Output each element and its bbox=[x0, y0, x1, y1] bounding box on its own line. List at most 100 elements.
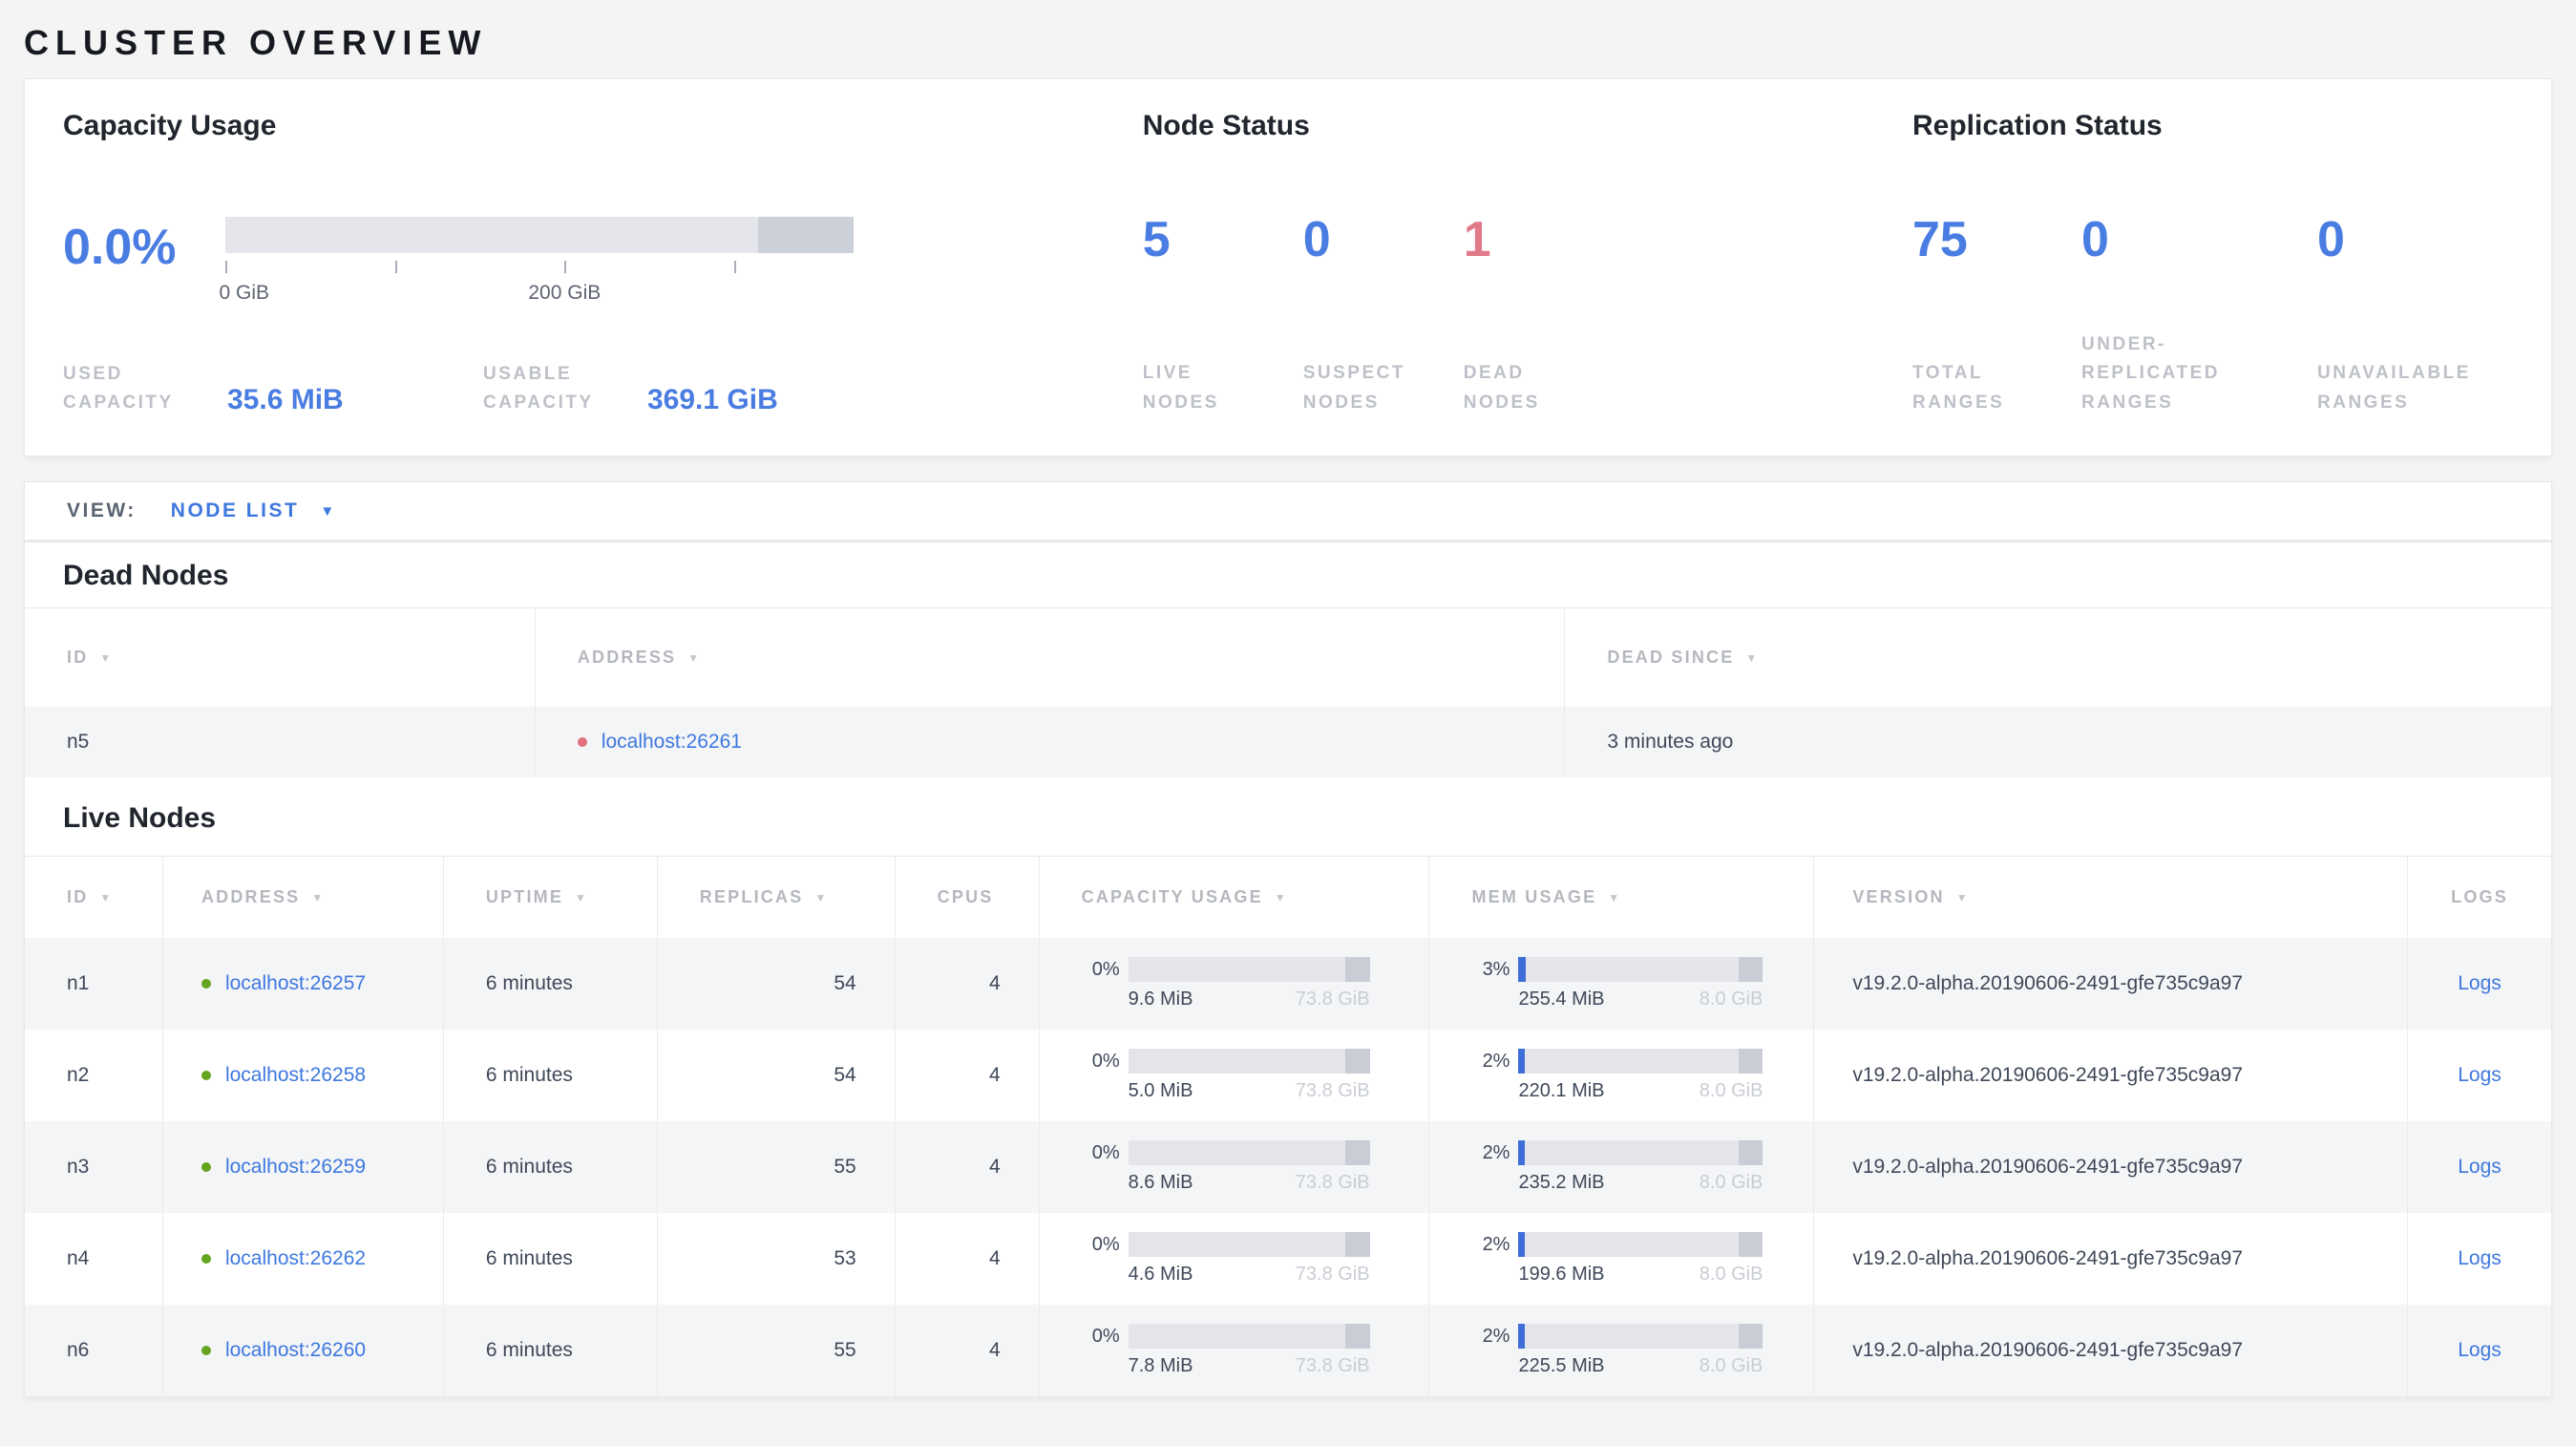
logs-link[interactable]: Logs bbox=[2458, 972, 2502, 995]
view-label: VIEW: bbox=[67, 500, 137, 521]
node-uptime: 6 minutes bbox=[444, 1030, 658, 1121]
node-cpus: 4 bbox=[896, 1305, 1040, 1396]
node-address-cell: localhost:26257 bbox=[163, 938, 444, 1030]
node-address-link[interactable]: localhost:26260 bbox=[225, 1339, 366, 1362]
axis-tick bbox=[564, 261, 567, 273]
usable-capacity-label: USABLE CAPACITY bbox=[483, 364, 594, 414]
chevron-down-icon: ▼ bbox=[320, 502, 335, 520]
live-col-replicas[interactable]: REPLICAS ▼ bbox=[658, 857, 896, 938]
node-version: v19.2.0-alpha.20190606-2491-gfe735c9a97 bbox=[1814, 1030, 2409, 1121]
node-address-link[interactable]: localhost:26257 bbox=[225, 972, 366, 995]
node-mem-usage: 2% 225.5 MiB 8.0 GiB bbox=[1429, 1305, 1815, 1396]
cluster-overview-page: CLUSTER OVERVIEW Capacity Usage 0.0% 0 G… bbox=[0, 0, 2576, 1397]
node-replicas: 54 bbox=[658, 938, 896, 1030]
live-col-id[interactable]: ID ▼ bbox=[25, 857, 163, 938]
sort-icon: ▼ bbox=[1955, 890, 1970, 904]
used-capacity-stat: USED CAPACITY 35.6 MiB bbox=[63, 360, 483, 418]
node-status-heading: Node Status bbox=[1142, 110, 1310, 141]
logs-link[interactable]: Logs bbox=[2458, 1247, 2502, 1270]
node-address-link[interactable]: localhost:26258 bbox=[225, 1064, 366, 1087]
node-capacity-usage: 0% 9.6 MiB 73.8 GiB bbox=[1040, 938, 1430, 1030]
node-address-link[interactable]: localhost:26259 bbox=[225, 1156, 366, 1179]
dead-col-address[interactable]: ADDRESS ▼ bbox=[536, 608, 1566, 707]
unavailable-ranges-stat: 0 UNAVAILABLE RANGES bbox=[2317, 215, 2513, 417]
sort-icon: ▼ bbox=[687, 650, 702, 665]
live-col-capacity-usage[interactable]: CAPACITY USAGE ▼ bbox=[1040, 857, 1430, 938]
mem-bar bbox=[1518, 957, 1763, 982]
mem-bar bbox=[1518, 1324, 1763, 1349]
capacity-usage-bar: 0 GiB 200 GiB bbox=[219, 217, 854, 312]
live-col-version[interactable]: VERSION ▼ bbox=[1814, 857, 2409, 938]
table-row: n4 localhost:26262 6 minutes 53 4 0% 4.6… bbox=[25, 1213, 2551, 1305]
node-mem-usage: 3% 255.4 MiB 8.0 GiB bbox=[1429, 938, 1815, 1030]
dead-nodes-count: 1 bbox=[1463, 212, 1491, 267]
total-ranges-count: 75 bbox=[1912, 212, 1968, 267]
sort-icon: ▼ bbox=[1608, 890, 1622, 904]
under-replicated-ranges-label: UNDER-REPLICATED RANGES bbox=[2081, 333, 2220, 413]
capacity-usage-heading: Capacity Usage bbox=[63, 110, 277, 141]
dead-node-dot-icon bbox=[577, 737, 587, 747]
node-mem-usage: 2% 220.1 MiB 8.0 GiB bbox=[1429, 1030, 1815, 1121]
node-replicas: 53 bbox=[658, 1213, 896, 1305]
node-logs-cell: Logs bbox=[2408, 1030, 2551, 1121]
suspect-nodes-count: 0 bbox=[1302, 212, 1331, 267]
live-nodes-count: 5 bbox=[1142, 212, 1171, 267]
node-replicas: 55 bbox=[658, 1121, 896, 1213]
replication-status-section: Replication Status 75 TOTAL RANGES 0 UND… bbox=[1912, 110, 2513, 425]
capacity-bar bbox=[1128, 1324, 1370, 1349]
live-col-uptime[interactable]: UPTIME ▼ bbox=[444, 857, 658, 938]
node-capacity-usage: 0% 4.6 MiB 73.8 GiB bbox=[1040, 1213, 1430, 1305]
node-capacity-usage: 0% 8.6 MiB 73.8 GiB bbox=[1040, 1121, 1430, 1213]
sort-icon: ▼ bbox=[1274, 890, 1288, 904]
sort-icon: ▼ bbox=[311, 890, 326, 904]
dead-col-id[interactable]: ID ▼ bbox=[25, 608, 536, 707]
capacity-bar bbox=[1128, 1232, 1370, 1257]
logs-link[interactable]: Logs bbox=[2458, 1339, 2502, 1362]
node-version: v19.2.0-alpha.20190606-2491-gfe735c9a97 bbox=[1814, 1213, 2409, 1305]
mem-bar bbox=[1518, 1232, 1763, 1257]
node-address-cell: localhost:26259 bbox=[163, 1121, 444, 1213]
capacity-bar-axis: 0 GiB 200 GiB bbox=[219, 253, 854, 312]
dead-col-dead-since[interactable]: DEAD SINCE ▼ bbox=[1565, 608, 2551, 707]
node-capacity-usage: 0% 7.8 MiB 73.8 GiB bbox=[1040, 1305, 1430, 1396]
node-mem-usage: 2% 199.6 MiB 8.0 GiB bbox=[1429, 1213, 1815, 1305]
unavailable-ranges-count: 0 bbox=[2317, 212, 2345, 267]
logs-link[interactable]: Logs bbox=[2458, 1064, 2502, 1087]
dead-node-row: n5 localhost:26261 3 minutes ago bbox=[25, 707, 2551, 777]
dead-nodes-label: DEAD NODES bbox=[1463, 363, 1540, 413]
live-col-address[interactable]: ADDRESS ▼ bbox=[163, 857, 444, 938]
logs-link[interactable]: Logs bbox=[2458, 1156, 2502, 1179]
dead-nodes-table-heading: Dead Nodes bbox=[63, 560, 229, 591]
node-id: n4 bbox=[25, 1213, 163, 1305]
usable-capacity-stat: USABLE CAPACITY 369.1 GiB bbox=[483, 360, 778, 418]
axis-tick-label-200: 200 GiB bbox=[528, 282, 602, 304]
node-replicas: 54 bbox=[658, 1030, 896, 1121]
live-nodes-label: LIVE NODES bbox=[1142, 363, 1219, 413]
node-uptime: 6 minutes bbox=[444, 1121, 658, 1213]
dead-node-id: n5 bbox=[25, 707, 536, 777]
replication-status-heading: Replication Status bbox=[1912, 110, 2163, 141]
capacity-bar bbox=[1128, 1140, 1370, 1165]
suspect-nodes-stat: 0 SUSPECT NODES bbox=[1303, 215, 1464, 417]
node-capacity-usage: 0% 5.0 MiB 73.8 GiB bbox=[1040, 1030, 1430, 1121]
mem-bar bbox=[1518, 1140, 1763, 1165]
dead-node-address-link[interactable]: localhost:26261 bbox=[602, 731, 742, 754]
live-col-mem-usage[interactable]: MEM USAGE ▼ bbox=[1429, 857, 1815, 938]
view-bar: VIEW: NODE LIST ▼ bbox=[24, 481, 2552, 541]
axis-tick bbox=[733, 261, 736, 273]
node-logs-cell: Logs bbox=[2408, 1305, 2551, 1396]
capacity-usage-section: Capacity Usage 0.0% 0 GiB 200 GiB USED C… bbox=[63, 110, 1143, 425]
live-nodes-table-header: ID ▼ ADDRESS ▼ UPTIME ▼ REPLICAS ▼ CPUS CAPA… bbox=[25, 856, 2551, 938]
node-id: n2 bbox=[25, 1030, 163, 1121]
dead-node-dead-since: 3 minutes ago bbox=[1607, 731, 1734, 753]
node-version: v19.2.0-alpha.20190606-2491-gfe735c9a97 bbox=[1814, 1121, 2409, 1213]
total-ranges-label: TOTAL RANGES bbox=[1912, 363, 2005, 413]
table-row: n2 localhost:26258 6 minutes 54 4 0% 5.0… bbox=[25, 1030, 2551, 1121]
node-logs-cell: Logs bbox=[2408, 1213, 2551, 1305]
live-node-dot-icon bbox=[201, 1254, 211, 1264]
node-address-link[interactable]: localhost:26262 bbox=[225, 1247, 366, 1270]
node-mem-usage: 2% 235.2 MiB 8.0 GiB bbox=[1429, 1121, 1815, 1213]
view-selected-value: NODE LIST bbox=[170, 500, 300, 521]
sort-icon: ▼ bbox=[575, 890, 589, 904]
view-selector-dropdown[interactable]: NODE LIST ▼ bbox=[171, 500, 334, 522]
